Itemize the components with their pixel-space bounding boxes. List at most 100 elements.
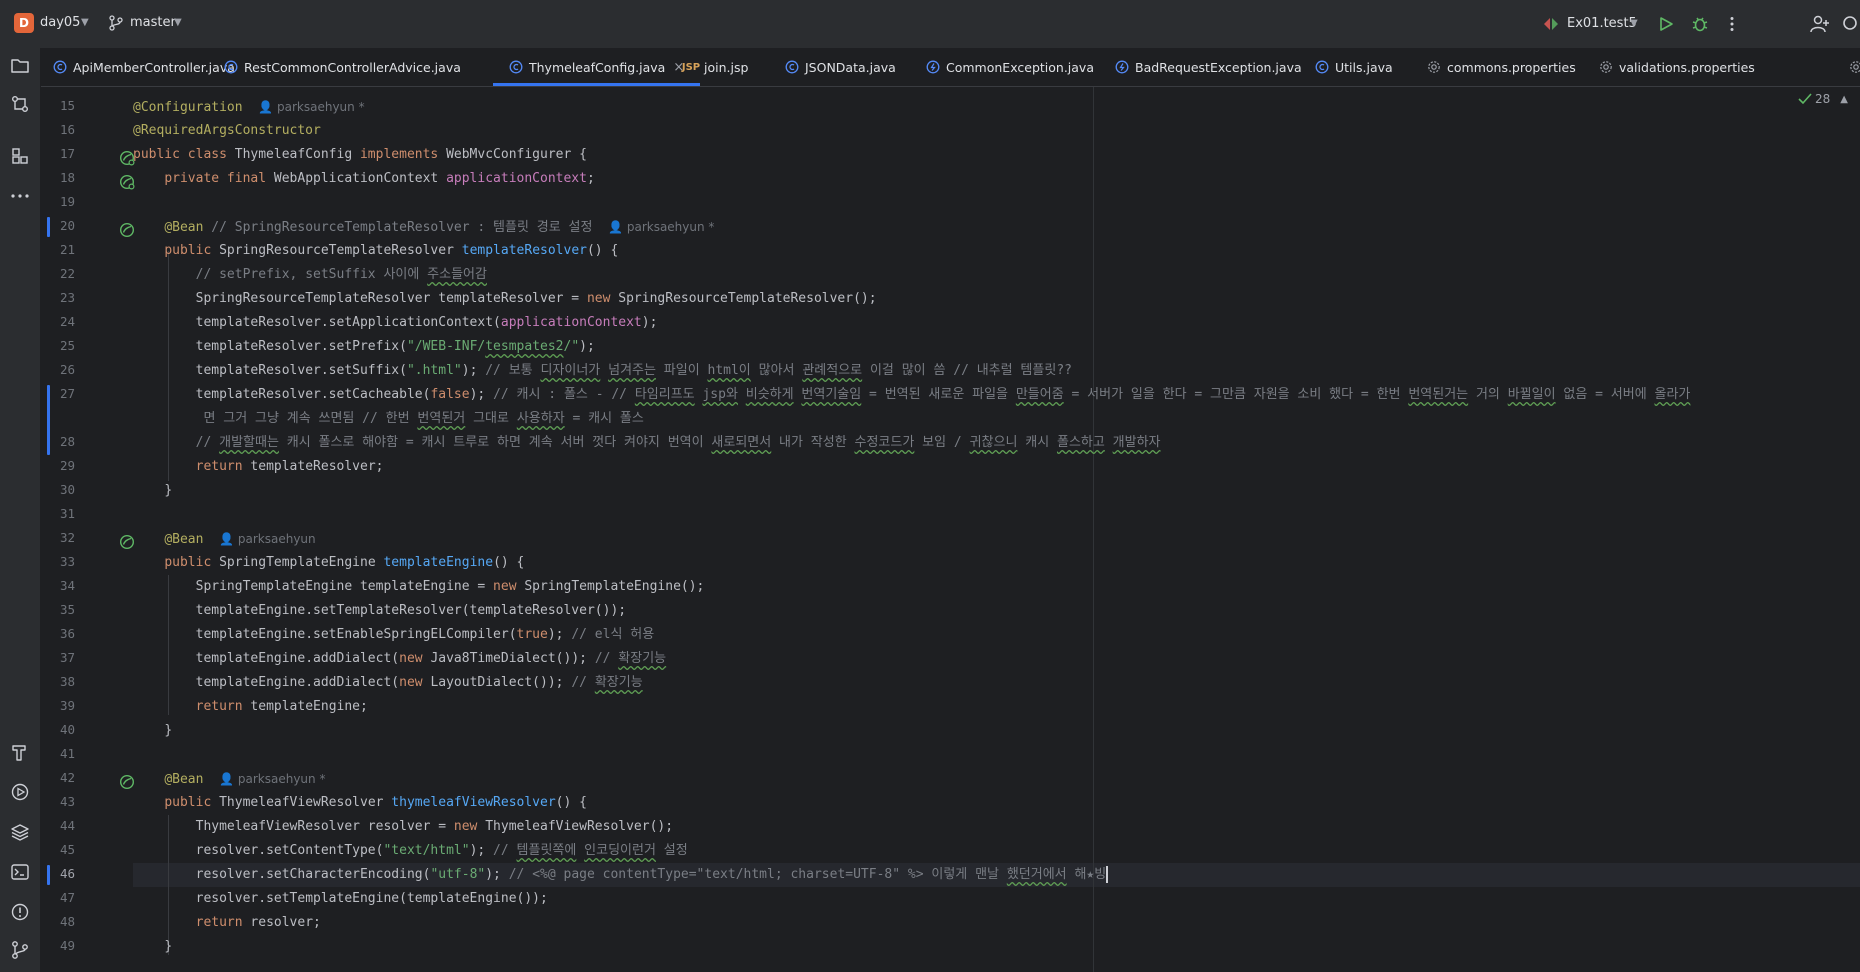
comment-typo: 타임리프도 bbox=[634, 387, 695, 402]
tool-window-bar bbox=[0, 48, 41, 972]
tab-bad-request-exception[interactable]: BadRequestException.java bbox=[1115, 48, 1302, 86]
more-icon[interactable] bbox=[8, 184, 32, 208]
search-button[interactable] bbox=[1842, 12, 1860, 36]
code-text: templateResolver.setSuffix( bbox=[195, 363, 407, 378]
keyword: new bbox=[453, 819, 486, 834]
code-editor[interactable]: @Configuration 👤 parksaehyun * @Required… bbox=[133, 87, 1860, 972]
line-number: 22 bbox=[59, 266, 75, 281]
chevron-up-icon[interactable]: ▲ bbox=[1840, 94, 1848, 105]
line-number: 36 bbox=[59, 626, 75, 641]
comment-typo: 디자이너가 bbox=[540, 363, 601, 378]
line-number: 29 bbox=[59, 458, 75, 473]
comment-typo: 만들어줌 bbox=[1015, 387, 1064, 402]
branch-icon[interactable] bbox=[108, 14, 124, 32]
code-text: } bbox=[164, 483, 173, 498]
commit-icon[interactable] bbox=[8, 92, 32, 116]
author-name: parksaehyun * bbox=[237, 772, 326, 786]
layers-icon[interactable] bbox=[8, 820, 32, 844]
run-button[interactable] bbox=[1654, 12, 1678, 36]
string-literal: "utf-8" bbox=[430, 867, 486, 882]
chevron-down-icon[interactable]: ▼ bbox=[81, 17, 89, 28]
tab-label: JSONData.java bbox=[805, 59, 896, 75]
code-text: ThymeleafViewResolver resolver = bbox=[195, 819, 454, 834]
code-text: templateEngine.addDialect( bbox=[195, 651, 400, 666]
author-name: parksaehyun bbox=[237, 532, 316, 546]
keyword: true bbox=[516, 627, 548, 642]
code-text: SpringResourceTemplateResolver(); bbox=[618, 291, 877, 306]
line-number: 32 bbox=[59, 530, 75, 545]
code-line: resolver.setTemplateEngine(templateEngin… bbox=[133, 887, 548, 911]
field-name: applicationContext bbox=[446, 171, 587, 186]
add-user-button[interactable] bbox=[1808, 12, 1832, 36]
tab-thymeleaf-config[interactable]: ThymeleafConfig.java × bbox=[493, 48, 701, 86]
comment-typo: 비슷하게 bbox=[745, 387, 794, 402]
keyword: new bbox=[399, 651, 431, 666]
keyword: false bbox=[430, 387, 470, 402]
vcs-change-marker[interactable] bbox=[47, 385, 50, 455]
comment: // bbox=[594, 651, 619, 666]
line-number: 16 bbox=[59, 122, 75, 137]
method-name: templateResolver bbox=[461, 243, 587, 258]
java-class-icon bbox=[53, 60, 67, 74]
tab-validations-properties[interactable]: validations.properties bbox=[1599, 48, 1755, 86]
problems-icon[interactable] bbox=[8, 900, 32, 924]
debug-button[interactable] bbox=[1688, 12, 1712, 36]
tab-commons-properties[interactable]: commons.properties bbox=[1427, 48, 1576, 86]
comment: // 보통 bbox=[485, 363, 541, 378]
code-text: WebMvcConfigurer { bbox=[446, 147, 587, 162]
folder-icon[interactable] bbox=[8, 54, 32, 78]
comment-typo: 확장기능 bbox=[594, 675, 643, 690]
tab-label: ThymeleafConfig.java bbox=[529, 59, 666, 75]
run-icon[interactable] bbox=[8, 780, 32, 804]
exception-icon bbox=[926, 60, 940, 74]
comment: 해★빙 bbox=[1066, 867, 1107, 882]
comment-typo: 번역된거는 bbox=[1408, 387, 1469, 402]
tab-utils[interactable]: Utils.java bbox=[1315, 48, 1393, 86]
code-line: // setPrefix, setSuffix 사이에 주소들어감 bbox=[133, 263, 487, 287]
vcs-change-marker[interactable] bbox=[47, 217, 50, 237]
code-line: @Bean 👤 parksaehyun bbox=[133, 527, 316, 551]
tab-common-exception[interactable]: CommonException.java bbox=[926, 48, 1094, 86]
inspection-widget[interactable]: 28 ▲ bbox=[1798, 92, 1848, 106]
check-icon bbox=[1798, 93, 1812, 105]
run-config-name[interactable]: Ex01.test5 bbox=[1567, 16, 1637, 31]
structure-icon[interactable] bbox=[8, 144, 32, 168]
project-badge[interactable]: D bbox=[14, 13, 34, 33]
string-typo: tesmpates2 bbox=[485, 339, 564, 354]
tab-rest-common-controller-advice[interactable]: RestCommonControllerAdvice.java bbox=[224, 48, 461, 86]
line-number: 24 bbox=[59, 314, 75, 329]
tab-overflow[interactable] bbox=[1849, 48, 1860, 86]
keyword: new bbox=[493, 579, 525, 594]
comment: 면 그거 그냥 계속 쓰면됨 // 한번 bbox=[195, 411, 418, 426]
tab-join-jsp[interactable]: JSP join.jsp bbox=[682, 48, 749, 86]
code-text: resolver.setTemplateEngine(templateEngin… bbox=[195, 891, 548, 906]
comment: // el식 허용 bbox=[571, 627, 655, 642]
more-actions-button[interactable] bbox=[1720, 12, 1744, 36]
comment: 캐시 폴스로 해야함 = 캐시 트루로 하면 계속 서버 껏다 켜야지 번역이 bbox=[278, 435, 712, 450]
branch-name[interactable]: master bbox=[130, 15, 176, 30]
vcs-change-marker[interactable] bbox=[47, 865, 50, 885]
comment-typo: 관례적으로 bbox=[802, 363, 863, 378]
chevron-down-icon[interactable]: ▼ bbox=[1630, 18, 1638, 29]
string-literal: "/WEB-INF/ bbox=[406, 339, 486, 354]
keyword: implements bbox=[359, 147, 447, 162]
annotation: @Bean bbox=[164, 532, 204, 547]
run-config-icon[interactable] bbox=[1542, 16, 1560, 32]
comment-typo: 개발하자 bbox=[1112, 435, 1161, 450]
author-hint: 👤 parksaehyun * bbox=[219, 772, 326, 786]
active-tab-indicator bbox=[493, 83, 701, 86]
comment: 없음 = 서버에 bbox=[1555, 387, 1655, 402]
line-number: 21 bbox=[59, 242, 75, 257]
code-text: ); bbox=[469, 387, 494, 402]
code-line: ThymeleafViewResolver resolver = new Thy… bbox=[133, 815, 673, 839]
keyword: return bbox=[195, 915, 251, 930]
terminal-icon[interactable] bbox=[8, 860, 32, 884]
code-line: return templateResolver; bbox=[133, 455, 384, 479]
tab-api-member-controller[interactable]: ApiMemberController.java bbox=[53, 48, 235, 86]
chevron-down-icon[interactable]: ▼ bbox=[174, 17, 182, 28]
project-name[interactable]: day05 bbox=[40, 15, 80, 30]
tab-json-data[interactable]: JSONData.java bbox=[785, 48, 896, 86]
build-icon[interactable] bbox=[8, 740, 32, 764]
git-icon[interactable] bbox=[8, 938, 32, 962]
code-text: templateResolver.setApplicationContext( bbox=[195, 315, 501, 330]
